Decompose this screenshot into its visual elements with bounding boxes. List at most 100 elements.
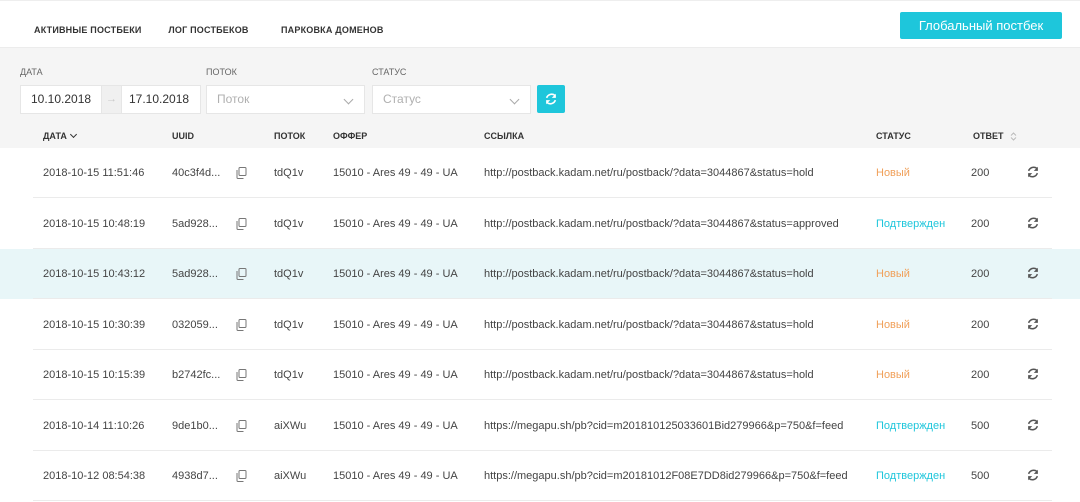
row-flow: tdQ1v (274, 318, 304, 331)
table-row[interactable]: 2018-10-15 11:51:46 40c3f4d... tdQ1v 15010 … (0, 148, 1080, 198)
date-to-input[interactable]: 17.10.2018 (121, 85, 201, 114)
row-flow: aiXWu (274, 470, 307, 482)
column-header-answer-label: ОТВЕТ (973, 131, 1004, 141)
row-uuid: 5ad928... (172, 268, 218, 280)
sort-both-icon (1010, 132, 1017, 141)
row-link: http://postback.kadam.net/ru/postback/?d… (484, 268, 814, 280)
refresh-button[interactable] (537, 85, 565, 113)
row-flow: aiXWu (274, 419, 307, 432)
row-date: 2018-10-15 10:15:39 (43, 369, 146, 381)
row-answer: 200 (971, 318, 990, 331)
row-uuid: 9de1b0... (172, 419, 218, 432)
row-flow: tdQ1v (274, 167, 304, 179)
copy-icon[interactable] (236, 369, 247, 381)
tab-postback-log[interactable]: ЛОГ ПОСТБЕКОВ (154, 1, 263, 50)
copy-icon[interactable] (236, 318, 247, 331)
copy-icon[interactable] (236, 268, 247, 280)
flow-filter-label: ПОТОК (206, 67, 237, 77)
status-filter-label: СТАТУС (372, 67, 407, 77)
row-link: https://megapu.sh/pb?cid=m20181012503360… (484, 419, 844, 432)
chevron-down-icon (343, 94, 354, 105)
column-header-date[interactable]: ДАТА (43, 130, 77, 141)
flow-select-placeholder: Поток (217, 92, 250, 106)
row-date: 2018-10-14 11:10:26 (43, 419, 145, 432)
row-answer: 200 (971, 217, 990, 230)
row-offer: 15010 - Ares 49 - 49 - UA (333, 318, 458, 331)
tab-domain-parking[interactable]: ПАРКОВКА ДОМЕНОВ (281, 1, 384, 49)
column-header-date-label: ДАТА (43, 131, 67, 141)
row-offer: 15010 - Ares 49 - 49 - UA (333, 268, 458, 280)
table-row[interactable]: 2018-10-15 10:15:39 b2742fc... tdQ1v 15010 … (0, 350, 1080, 400)
top-bar: АКТИВНЫЕ ПОСТБЕКИ ЛОГ ПОСТБЕКОВ ПАРКОВКА… (0, 0, 1080, 50)
row-status: Подтвержден (876, 217, 946, 230)
table-row[interactable]: 2018-10-12 08:54:38 4938d7... aiXWu 15010 -… (0, 451, 1080, 501)
tab-active-postbacks[interactable]: АКТИВНЫЕ ПОСТБЕКИ (34, 1, 142, 49)
refresh-icon (545, 93, 557, 105)
row-date: 2018-10-15 10:48:19 (43, 217, 146, 230)
row-answer: 500 (971, 470, 990, 482)
table-row[interactable]: 2018-10-15 10:30:39 032059... tdQ1v 15010 -… (0, 300, 1080, 350)
resend-icon[interactable] (1027, 317, 1039, 332)
row-uuid: 4938d7... (172, 470, 218, 482)
resend-icon[interactable] (1027, 368, 1039, 382)
row-offer: 15010 - Ares 49 - 49 - UA (333, 217, 458, 230)
column-header-uuid: UUID (172, 131, 194, 141)
row-link: http://postback.kadam.net/ru/postback/?d… (484, 167, 814, 179)
table-row[interactable]: 2018-10-14 11:10:26 9de1b0... aiXWu 15010 -… (0, 401, 1080, 451)
row-date: 2018-10-15 10:43:12 (43, 268, 146, 280)
row-answer: 500 (971, 419, 990, 432)
row-status: Новый (876, 268, 910, 280)
resend-icon[interactable] (1027, 469, 1039, 483)
row-offer: 15010 - Ares 49 - 49 - UA (333, 167, 458, 179)
global-postback-button[interactable]: Глобальный постбек (900, 12, 1062, 39)
date-from-input[interactable]: 10.10.2018 (20, 85, 102, 114)
row-offer: 15010 - Ares 49 - 49 - UA (333, 470, 458, 482)
column-header-status: СТАТУС (876, 131, 911, 141)
table-header: ДАТА UUID ПОТОК ОФФЕР ССЫЛКА СТАТУС ОТВЕ… (0, 122, 1080, 148)
resend-icon[interactable] (1027, 166, 1039, 180)
copy-icon[interactable] (236, 217, 247, 230)
row-answer: 200 (971, 167, 990, 179)
table-row[interactable]: 2018-10-15 10:43:12 5ad928... tdQ1v 15010 -… (0, 249, 1080, 299)
row-date: 2018-10-15 10:30:39 (43, 318, 146, 331)
row-status: Подтвержден (876, 419, 946, 432)
row-link: https://megapu.sh/pb?cid=m20181012F08E7D… (484, 470, 848, 482)
date-filter-label: ДАТА (20, 67, 43, 77)
row-flow: tdQ1v (274, 217, 304, 230)
row-uuid: b2742fc... (172, 369, 221, 381)
table-row[interactable]: 2018-10-15 10:48:19 5ad928... tdQ1v 15010 -… (0, 199, 1080, 249)
row-link: http://postback.kadam.net/ru/postback/?d… (484, 369, 814, 381)
resend-icon[interactable] (1027, 216, 1039, 231)
row-uuid: 5ad928... (172, 217, 218, 230)
flow-select[interactable]: Поток (206, 85, 365, 114)
copy-icon[interactable] (236, 167, 247, 179)
row-flow: tdQ1v (274, 268, 304, 280)
column-header-link: ССЫЛКА (484, 131, 525, 141)
row-date: 2018-10-15 11:51:46 (43, 167, 145, 179)
row-status: Новый (876, 318, 910, 331)
row-status: Подтвержден (876, 470, 946, 482)
row-date: 2018-10-12 08:54:38 (43, 470, 146, 482)
row-offer: 15010 - Ares 49 - 49 - UA (333, 369, 458, 381)
status-select-placeholder: Статус (383, 92, 421, 106)
row-link: http://postback.kadam.net/ru/postback/?d… (484, 217, 839, 230)
row-status: Новый (876, 167, 910, 179)
copy-icon[interactable] (236, 470, 247, 482)
sort-desc-icon (69, 130, 77, 139)
resend-icon[interactable] (1027, 267, 1039, 281)
row-flow: tdQ1v (274, 369, 304, 381)
resend-icon[interactable] (1027, 418, 1039, 433)
date-range-arrow-icon: → (101, 85, 122, 114)
chevron-down-icon (509, 94, 520, 105)
row-answer: 200 (971, 369, 990, 381)
column-header-flow: ПОТОК (274, 131, 306, 141)
status-select[interactable]: Статус (372, 85, 531, 114)
row-uuid: 40c3f4d... (172, 167, 221, 179)
copy-icon[interactable] (236, 419, 247, 432)
filters-panel: ДАТА 10.10.2018 → 17.10.2018 ПОТОК Поток… (0, 48, 1080, 122)
column-header-offer: ОФФЕР (333, 131, 368, 141)
row-answer: 200 (971, 268, 990, 280)
column-header-answer[interactable]: ОТВЕТ (973, 131, 1017, 141)
row-link: http://postback.kadam.net/ru/postback/?d… (484, 318, 814, 331)
row-offer: 15010 - Ares 49 - 49 - UA (333, 419, 458, 432)
